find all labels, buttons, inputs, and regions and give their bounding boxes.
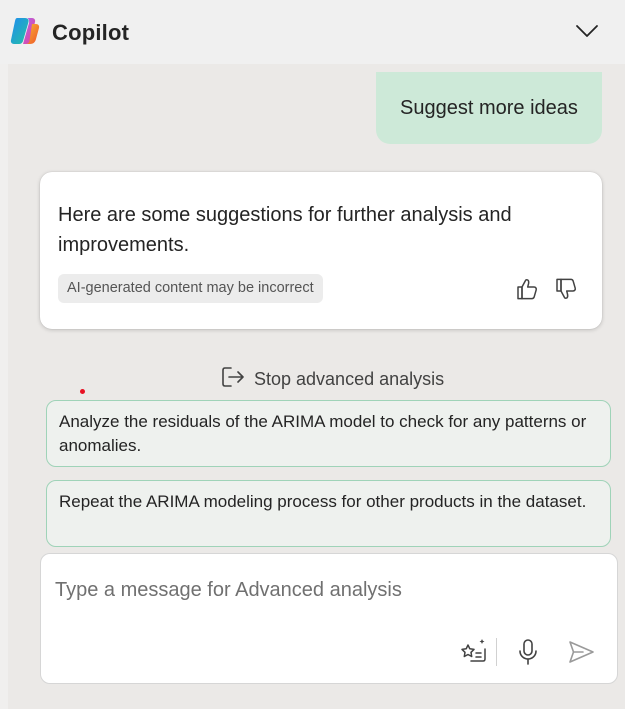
ai-disclaimer-badge: AI-generated content may be incorrect bbox=[58, 274, 323, 303]
toolbar-divider bbox=[496, 638, 497, 666]
bot-message-text: Here are some suggestions for further an… bbox=[58, 204, 512, 256]
prompt-guide-icon[interactable] bbox=[457, 636, 489, 668]
bot-message-card: Here are some suggestions for further an… bbox=[40, 172, 602, 329]
cursor-marker bbox=[80, 389, 85, 394]
stop-advanced-analysis-label: Stop advanced analysis bbox=[254, 368, 445, 389]
thumbs-down-icon[interactable] bbox=[553, 276, 579, 302]
thumbs-up-icon[interactable] bbox=[514, 276, 540, 302]
user-message-text: Suggest more ideas bbox=[400, 96, 578, 119]
exit-icon bbox=[220, 365, 246, 394]
copilot-pane: Copilot Suggest more ideas Here are some… bbox=[0, 0, 625, 709]
copilot-logo-icon bbox=[8, 14, 42, 48]
suggestion-chip[interactable]: Analyze the residuals of the ARIMA model… bbox=[46, 400, 611, 467]
stop-advanced-analysis-button[interactable]: Stop advanced analysis bbox=[220, 366, 444, 392]
copilot-header: Copilot bbox=[0, 0, 625, 64]
microphone-icon[interactable] bbox=[513, 636, 543, 668]
send-icon[interactable] bbox=[565, 636, 597, 668]
message-input[interactable] bbox=[53, 572, 597, 608]
message-composer bbox=[40, 553, 618, 684]
app-title: Copilot bbox=[52, 20, 130, 45]
suggestion-chip[interactable]: Repeat the ARIMA modeling process for ot… bbox=[46, 480, 611, 547]
chevron-down-icon bbox=[575, 24, 599, 43]
user-message: Suggest more ideas bbox=[376, 72, 602, 144]
collapse-button[interactable] bbox=[572, 20, 602, 46]
